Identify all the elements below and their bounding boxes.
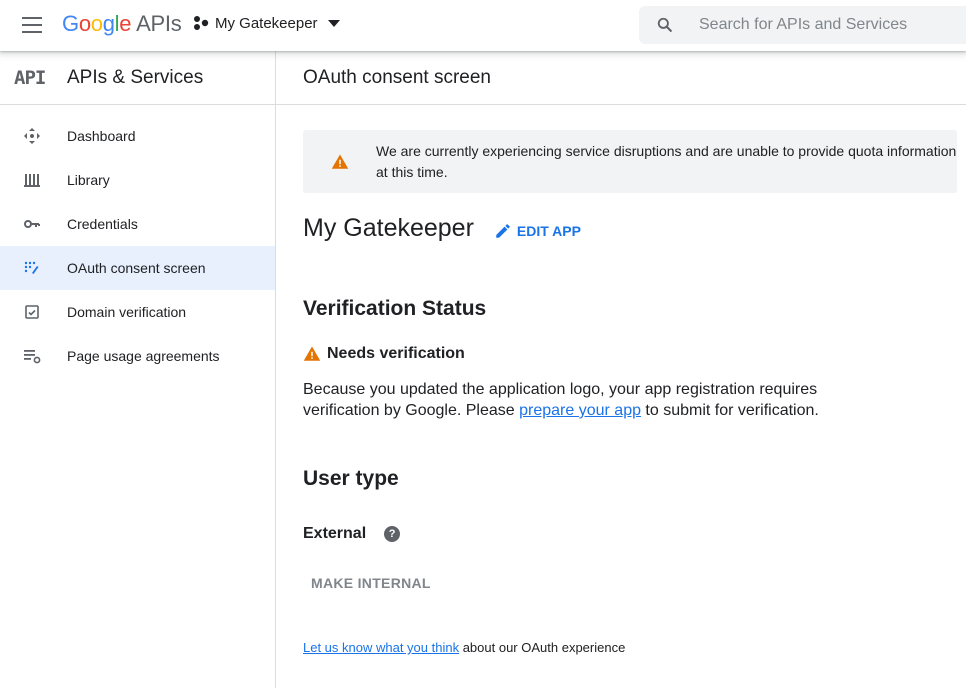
warning-icon	[331, 154, 349, 169]
settings-list-icon	[23, 347, 41, 365]
key-icon	[23, 215, 41, 233]
user-type-row: External ?	[303, 525, 401, 543]
make-internal-button[interactable]: MAKE INTERNAL	[303, 567, 439, 599]
sidebar-item-oauth-consent-screen[interactable]: OAuth consent screen	[0, 246, 275, 290]
pencil-icon	[496, 223, 510, 238]
sidebar-item-label: OAuth consent screen	[67, 260, 206, 276]
edit-app-label: EDIT APP	[516, 222, 581, 239]
banner-text: We are currently experiencing service di…	[376, 142, 957, 180]
main-content: OAuth consent screen We are currently ex…	[276, 51, 966, 688]
sidebar-item-page-usage-agreements[interactable]: Page usage agreements	[0, 334, 275, 378]
sidebar-item-label: Page usage agreements	[67, 348, 220, 364]
feedback-text: Let us know what you think about our OAu…	[303, 640, 625, 655]
user-type-value: External	[303, 525, 367, 542]
top-bar: Google APIs My Gatekeeper	[0, 0, 966, 51]
sidebar-item-credentials[interactable]: Credentials	[0, 202, 275, 246]
app-name: My Gatekeeper	[303, 214, 474, 242]
feedback-text-after: about our OAuth experience	[459, 640, 626, 655]
api-logo: API	[14, 66, 46, 89]
page-title: OAuth consent screen	[276, 51, 966, 105]
library-icon	[23, 171, 41, 189]
feedback-link[interactable]: Let us know what you think	[303, 640, 459, 655]
sidebar-item-label: Credentials	[67, 216, 138, 232]
sidebar-item-domain-verification[interactable]: Domain verification	[0, 290, 275, 334]
sidebar-item-library[interactable]: Library	[0, 158, 275, 202]
hamburger-menu-icon[interactable]	[22, 17, 42, 33]
sidebar: API APIs & Services Dashboard Library Cr…	[0, 51, 276, 688]
verification-description: Because you updated the application logo…	[303, 379, 863, 421]
edit-app-button[interactable]: EDIT APP	[494, 222, 581, 240]
verification-text-after: to submit for verification.	[640, 402, 819, 419]
app-title-row: My Gatekeeper EDIT APP	[303, 214, 581, 243]
google-apis-logo[interactable]: Google APIs	[62, 11, 182, 37]
verification-status-heading: Verification Status	[303, 297, 487, 320]
project-selector[interactable]: My Gatekeeper	[192, 14, 340, 32]
sidebar-header: API APIs & Services	[0, 51, 275, 105]
caret-down-icon	[327, 19, 340, 27]
search-icon[interactable]	[655, 15, 675, 35]
project-icon	[194, 16, 209, 30]
search-input[interactable]	[699, 16, 959, 34]
project-name: My Gatekeeper	[215, 14, 318, 32]
domain-verification-icon	[23, 303, 41, 321]
user-type-heading: User type	[303, 467, 399, 490]
search-bar	[639, 6, 966, 44]
sidebar-item-label: Domain verification	[67, 304, 187, 320]
sidebar-item-label: Library	[67, 172, 110, 188]
service-disruption-banner: We are currently experiencing service di…	[303, 130, 957, 193]
prepare-your-app-link[interactable]: prepare your app	[519, 402, 641, 419]
needs-verification-status: Needs verification	[303, 345, 465, 363]
sidebar-title: APIs & Services	[67, 66, 204, 88]
needs-verification-label: Needs verification	[327, 345, 465, 362]
oauth-consent-icon	[23, 259, 41, 277]
sidebar-item-label: Dashboard	[67, 128, 136, 144]
sidebar-item-dashboard[interactable]: Dashboard	[0, 114, 275, 158]
sidebar-nav: Dashboard Library Credentials OAuth cons…	[0, 114, 275, 378]
dashboard-icon	[23, 127, 41, 145]
warning-icon	[303, 346, 321, 361]
help-icon[interactable]: ?	[384, 526, 401, 542]
